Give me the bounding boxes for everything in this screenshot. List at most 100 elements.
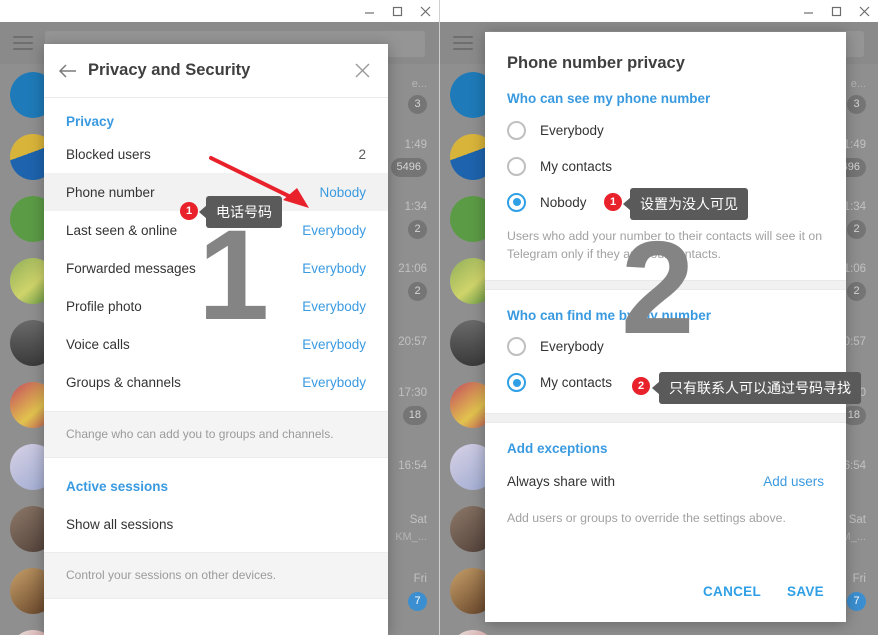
setting-row-profile-photo[interactable]: Profile photo Everybody (44, 287, 388, 325)
setting-row-voice-calls[interactable]: Voice calls Everybody (44, 325, 388, 363)
chat-time: Sat (409, 514, 427, 527)
unread-badge: 3 (847, 95, 866, 115)
page-title: Phone number privacy (507, 54, 685, 72)
chat-meta: 16:54 (398, 458, 427, 475)
unread-badge: 7 (408, 591, 427, 611)
unread-badge: 5496 (390, 157, 427, 177)
avatar (450, 630, 496, 635)
dialog-footer: CANCEL SAVE (485, 560, 846, 622)
unread-badge: 2 (408, 281, 427, 301)
minimize-icon[interactable] (355, 0, 383, 22)
chat-meta: 17:30 18 (398, 385, 427, 425)
setting-row-forwarded-messages[interactable]: Forwarded messages Everybody (44, 249, 388, 287)
exceptions-hint-text: Add users or groups to override the sett… (507, 510, 786, 525)
back-arrow-icon[interactable] (58, 63, 84, 79)
setting-label: Groups & channels (66, 374, 181, 390)
chat-time: 1:49 (404, 139, 427, 152)
unread-badge: 7 (847, 591, 866, 611)
setting-row-groups-channels[interactable]: Groups & channels Everybody (44, 363, 388, 401)
setting-row-last-seen[interactable]: Last seen & online Everybody (44, 211, 388, 249)
radio-option-see-everybody[interactable]: Everybody (485, 112, 846, 148)
setting-value: Everybody (302, 260, 366, 276)
unread-badge: 2 (847, 281, 866, 301)
save-button[interactable]: SAVE (787, 584, 824, 599)
chat-time: 20:57 (398, 336, 427, 349)
setting-value: Everybody (302, 298, 366, 314)
radio-icon[interactable] (507, 156, 526, 176)
chat-meta: Fri 7 (408, 571, 427, 611)
radio-icon-selected[interactable] (507, 373, 526, 393)
phone-number-privacy-dialog: Phone number privacy Who can see my phon… (485, 32, 846, 622)
section-who-can-find-label: Who can find me by my number (507, 307, 712, 323)
setting-value: Everybody (302, 222, 366, 238)
add-exceptions-label: Add exceptions (507, 440, 608, 456)
cancel-button[interactable]: CANCEL (703, 584, 761, 599)
setting-label: Blocked users (66, 146, 151, 162)
chat-time: Fri (413, 573, 427, 586)
telegram-window-right: e... 3 1:49 5496 1:34 2 21:06 2 20:57 17:30 1… (439, 0, 878, 635)
maximize-icon[interactable] (383, 0, 411, 22)
chat-time: 1:34 (404, 201, 427, 214)
section-divider (485, 412, 846, 423)
chat-snippet: KM_... (395, 531, 427, 544)
unread-badge: 3 (408, 95, 427, 115)
always-share-with-row[interactable]: Always share with Add users (485, 462, 846, 502)
show-all-sessions-row[interactable]: Show all sessions (44, 506, 388, 544)
setting-value: Everybody (302, 374, 366, 390)
section-privacy-label: Privacy (66, 114, 115, 129)
chat-meta: 1:34 2 (404, 199, 427, 239)
chat-meta: 20:57 (398, 334, 427, 351)
maximize-icon[interactable] (822, 0, 850, 22)
section-divider (485, 279, 846, 290)
radio-label: Nobody (540, 194, 587, 210)
dialog-header: Privacy and Security (44, 44, 388, 98)
setting-value: Everybody (302, 336, 366, 352)
screen-root: e... 3 1:49 5496 1:34 2 21:06 2 20:57 17:30 1… (0, 0, 878, 635)
minimize-icon[interactable] (794, 0, 822, 22)
close-icon[interactable] (411, 0, 439, 22)
always-share-with-label: Always share with (507, 474, 616, 490)
chat-meta: 1:49 5496 (390, 137, 427, 177)
radio-icon[interactable] (507, 120, 526, 140)
unread-badge: 2 (408, 219, 427, 239)
add-users-button[interactable]: Add users (763, 474, 824, 489)
window-titlebar-right (440, 0, 878, 22)
sessions-hint-text: Control your sessions on other devices. (44, 551, 388, 599)
chat-snippet: e... (411, 77, 427, 90)
chat-meta: Sat KM_... (395, 512, 427, 546)
telegram-window-left: e... 3 1:49 5496 1:34 2 21:06 2 20:57 17:30 1… (0, 0, 439, 635)
radio-option-see-nobody[interactable]: Nobody (485, 184, 846, 220)
page-title: Privacy and Security (88, 61, 251, 79)
setting-value: Nobody (319, 184, 366, 200)
menu-icon[interactable] (13, 32, 33, 54)
unread-badge: 18 (402, 405, 427, 425)
radio-icon[interactable] (507, 337, 526, 357)
close-icon[interactable] (350, 63, 374, 78)
radio-label: Everybody (540, 122, 604, 138)
chat-time: 17:30 (398, 387, 427, 400)
close-icon[interactable] (850, 0, 878, 22)
chat-time: Fri (852, 573, 866, 586)
setting-label: Last seen & online (66, 222, 178, 238)
chat-meta: e... 3 (847, 76, 866, 115)
chat-time: 16:54 (398, 460, 427, 473)
setting-row-phone-number[interactable]: Phone number Nobody (44, 173, 388, 211)
chat-time: 1:34 (843, 201, 866, 214)
privacy-and-security-dialog: Privacy and Security Privacy Blocked use… (44, 44, 388, 635)
active-sessions-link[interactable]: Active sessions (44, 468, 388, 506)
menu-icon[interactable] (453, 32, 473, 54)
chat-meta: 1:34 2 (843, 199, 866, 239)
see-description-text: Users who add your number to their conta… (507, 229, 823, 261)
setting-label: Forwarded messages (66, 260, 196, 276)
radio-option-find-my-contacts[interactable]: My contacts (485, 365, 846, 401)
section-who-can-see-label: Who can see my phone number (507, 91, 711, 106)
radio-option-see-my-contacts[interactable]: My contacts (485, 148, 846, 184)
radio-option-find-everybody[interactable]: Everybody (485, 329, 846, 365)
chat-meta: 21:06 2 (398, 261, 427, 301)
setting-row-blocked-users[interactable]: Blocked users 2 (44, 135, 388, 173)
window-titlebar-left (0, 0, 439, 22)
chat-time: 21:06 (398, 263, 427, 276)
unread-badge: 2 (847, 219, 866, 239)
list-item[interactable]: Fri (440, 622, 878, 635)
radio-icon-selected[interactable] (507, 192, 526, 212)
